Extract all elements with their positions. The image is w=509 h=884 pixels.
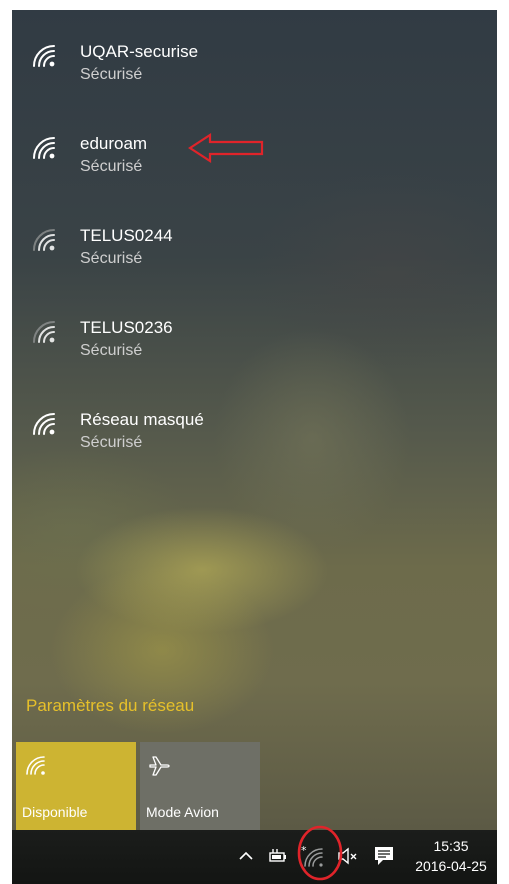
annotation-arrow-icon: [188, 133, 264, 163]
network-item-hidden-network[interactable]: Réseau masqué Sécurisé: [12, 390, 497, 468]
network-flyout: UQAR-securise Sécurisé eduroam Sécurisé: [12, 10, 497, 830]
network-name: UQAR-securise: [80, 42, 199, 61]
network-settings-link[interactable]: Paramètres du réseau: [26, 696, 194, 716]
airplane-icon: [149, 756, 170, 776]
screenshot-frame: UQAR-securise Sécurisé eduroam Sécurisé: [0, 0, 509, 884]
network-status: Sécurisé: [80, 66, 143, 83]
chevron-up-icon[interactable]: [234, 844, 258, 868]
taskbar-clock[interactable]: 15:35 2016-04-25: [410, 836, 492, 876]
clock-date: 2016-04-25: [415, 858, 487, 874]
network-item-telus0244[interactable]: TELUS0244 Sécurisé: [12, 206, 497, 284]
network-item-uqar-securise[interactable]: UQAR-securise Sécurisé: [12, 22, 497, 100]
network-name: Réseau masqué: [80, 410, 204, 429]
notification-icon[interactable]: [372, 844, 396, 868]
network-status: Sécurisé: [80, 342, 143, 359]
wifi-icon: [26, 756, 45, 775]
network-status: Sécurisé: [80, 158, 143, 175]
annotation-circle-icon: [297, 825, 343, 881]
power-plug-icon[interactable]: [266, 844, 290, 868]
clock-time: 15:35: [433, 838, 469, 854]
airplane-tile-label: Mode Avion: [146, 804, 219, 820]
network-status: Sécurisé: [80, 250, 143, 267]
network-name: TELUS0244: [80, 226, 173, 245]
network-item-telus0236[interactable]: TELUS0236 Sécurisé: [12, 298, 497, 376]
network-status: Sécurisé: [80, 434, 143, 451]
wifi-medium-icon: [33, 229, 55, 251]
wifi-tile-label: Disponible: [22, 804, 88, 820]
taskbar: * 15:35 2016-04-25: [12, 830, 497, 884]
wifi-full-icon: [33, 137, 55, 159]
network-name: eduroam: [80, 134, 148, 153]
wifi-full-icon: [33, 413, 55, 435]
airplane-mode-tile[interactable]: Mode Avion: [140, 742, 260, 830]
wifi-toggle-tile[interactable]: Disponible: [16, 742, 136, 830]
wifi-medium-icon: [33, 321, 55, 343]
network-name: TELUS0236: [80, 318, 173, 337]
wifi-full-icon: [33, 45, 55, 67]
